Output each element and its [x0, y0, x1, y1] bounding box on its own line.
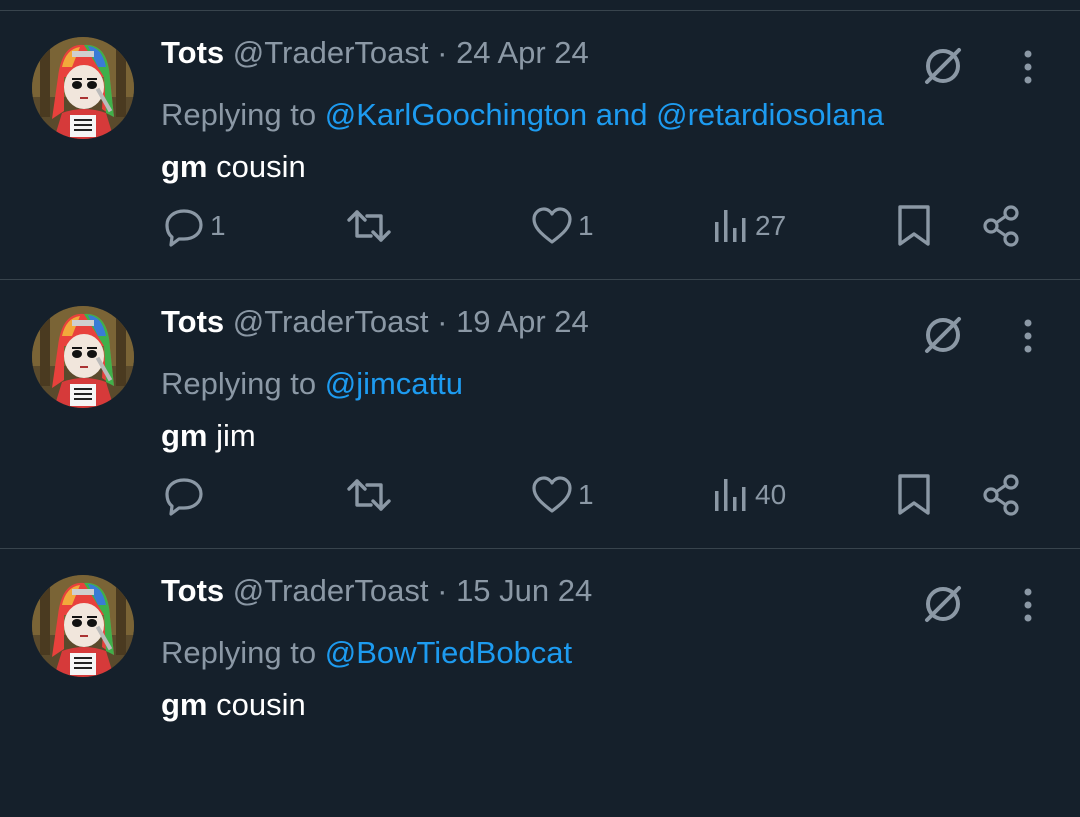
share-button[interactable] [980, 196, 1024, 256]
mention-link[interactable]: @BowTiedBobcat [325, 635, 572, 670]
reply-icon [165, 478, 203, 516]
tweet-text: gm jim [161, 416, 256, 456]
tweet-date[interactable]: 24 Apr 24 [456, 35, 589, 70]
more-icon[interactable] [1012, 316, 1044, 356]
reply-feed: Tots @TraderToast · 24 Apr 24 Replying t… [0, 0, 1080, 731]
mention-link[interactable]: @jimcattu [325, 366, 463, 401]
tweet-text-rest: cousin [216, 687, 306, 722]
tweet-header: Tots @TraderToast · 19 Apr 24 [161, 302, 589, 342]
separator: · [437, 35, 448, 70]
action-bar: 1 1 27 [0, 196, 1080, 276]
author-handle[interactable]: @TraderToast [233, 35, 429, 70]
tweet[interactable]: Tots @TraderToast · 24 Apr 24 Replying t… [0, 11, 1080, 280]
separator: · [437, 304, 448, 339]
share-icon [983, 205, 1019, 247]
reply-icon [165, 209, 203, 247]
views-count: 27 [755, 210, 787, 241]
heart-icon [532, 476, 572, 513]
avatar[interactable] [32, 575, 134, 677]
views-icon [715, 479, 746, 511]
avatar[interactable] [32, 37, 134, 139]
repost-icon [347, 210, 391, 242]
author-name[interactable]: Tots [161, 573, 224, 608]
heart-icon [532, 207, 572, 244]
mention-link[interactable]: @retardiosolana [656, 97, 884, 132]
bookmark-icon [898, 474, 930, 515]
tweet-text-rest: jim [216, 418, 256, 453]
more-icon[interactable] [1012, 585, 1044, 625]
action-bar: 1 40 [0, 465, 1080, 545]
repost-button[interactable] [345, 465, 397, 525]
tweet-text-bold: gm [161, 687, 208, 722]
like-button[interactable]: 1 [530, 465, 594, 525]
reply-button[interactable]: 1 [162, 196, 226, 256]
more-icon[interactable] [1012, 47, 1044, 87]
like-count: 1 [578, 479, 594, 510]
replying-to: Replying to @KarlGoochington and @retard… [161, 95, 884, 135]
bookmark-button[interactable] [894, 465, 934, 525]
tweet-text-bold: gm [161, 149, 208, 184]
author-handle[interactable]: @TraderToast [233, 573, 429, 608]
grok-icon[interactable] [920, 581, 966, 627]
replying-to: Replying to @jimcattu [161, 364, 463, 404]
like-count: 1 [578, 210, 594, 241]
like-button[interactable]: 1 [530, 196, 594, 256]
tweet-date[interactable]: 15 Jun 24 [456, 573, 592, 608]
replying-label: Replying to [161, 97, 317, 132]
views-icon [715, 210, 746, 242]
tweet-header: Tots @TraderToast · 15 Jun 24 [161, 571, 592, 611]
tweet-date[interactable]: 19 Apr 24 [456, 304, 589, 339]
tweet[interactable]: Tots @TraderToast · 15 Jun 24 Replying t… [0, 549, 1080, 817]
mention-join[interactable]: and [596, 97, 648, 132]
reply-count: 1 [210, 210, 226, 241]
repost-button[interactable] [345, 196, 397, 256]
views-button[interactable]: 27 [711, 196, 786, 256]
grok-icon[interactable] [920, 312, 966, 358]
author-name[interactable]: Tots [161, 304, 224, 339]
separator: · [437, 573, 448, 608]
reply-button[interactable] [162, 465, 210, 525]
tweet-text: gm cousin [161, 147, 306, 187]
avatar[interactable] [32, 306, 134, 408]
replying-label: Replying to [161, 366, 317, 401]
views-count: 40 [755, 479, 787, 510]
tweet-text: gm cousin [161, 685, 306, 725]
replying-label: Replying to [161, 635, 317, 670]
share-icon [983, 474, 1019, 516]
author-name[interactable]: Tots [161, 35, 224, 70]
tweet-text-rest: cousin [216, 149, 306, 184]
bookmark-button[interactable] [894, 196, 934, 256]
replying-to: Replying to @BowTiedBobcat [161, 633, 572, 673]
share-button[interactable] [980, 465, 1024, 525]
mention-link[interactable]: @KarlGoochington [325, 97, 587, 132]
views-button[interactable]: 40 [711, 465, 786, 525]
author-handle[interactable]: @TraderToast [233, 304, 429, 339]
bookmark-icon [898, 205, 930, 246]
tweet-text-bold: gm [161, 418, 208, 453]
tweet-header: Tots @TraderToast · 24 Apr 24 [161, 33, 589, 73]
repost-icon [347, 479, 391, 511]
tweet[interactable]: Tots @TraderToast · 19 Apr 24 Replying t… [0, 280, 1080, 549]
grok-icon[interactable] [920, 43, 966, 89]
